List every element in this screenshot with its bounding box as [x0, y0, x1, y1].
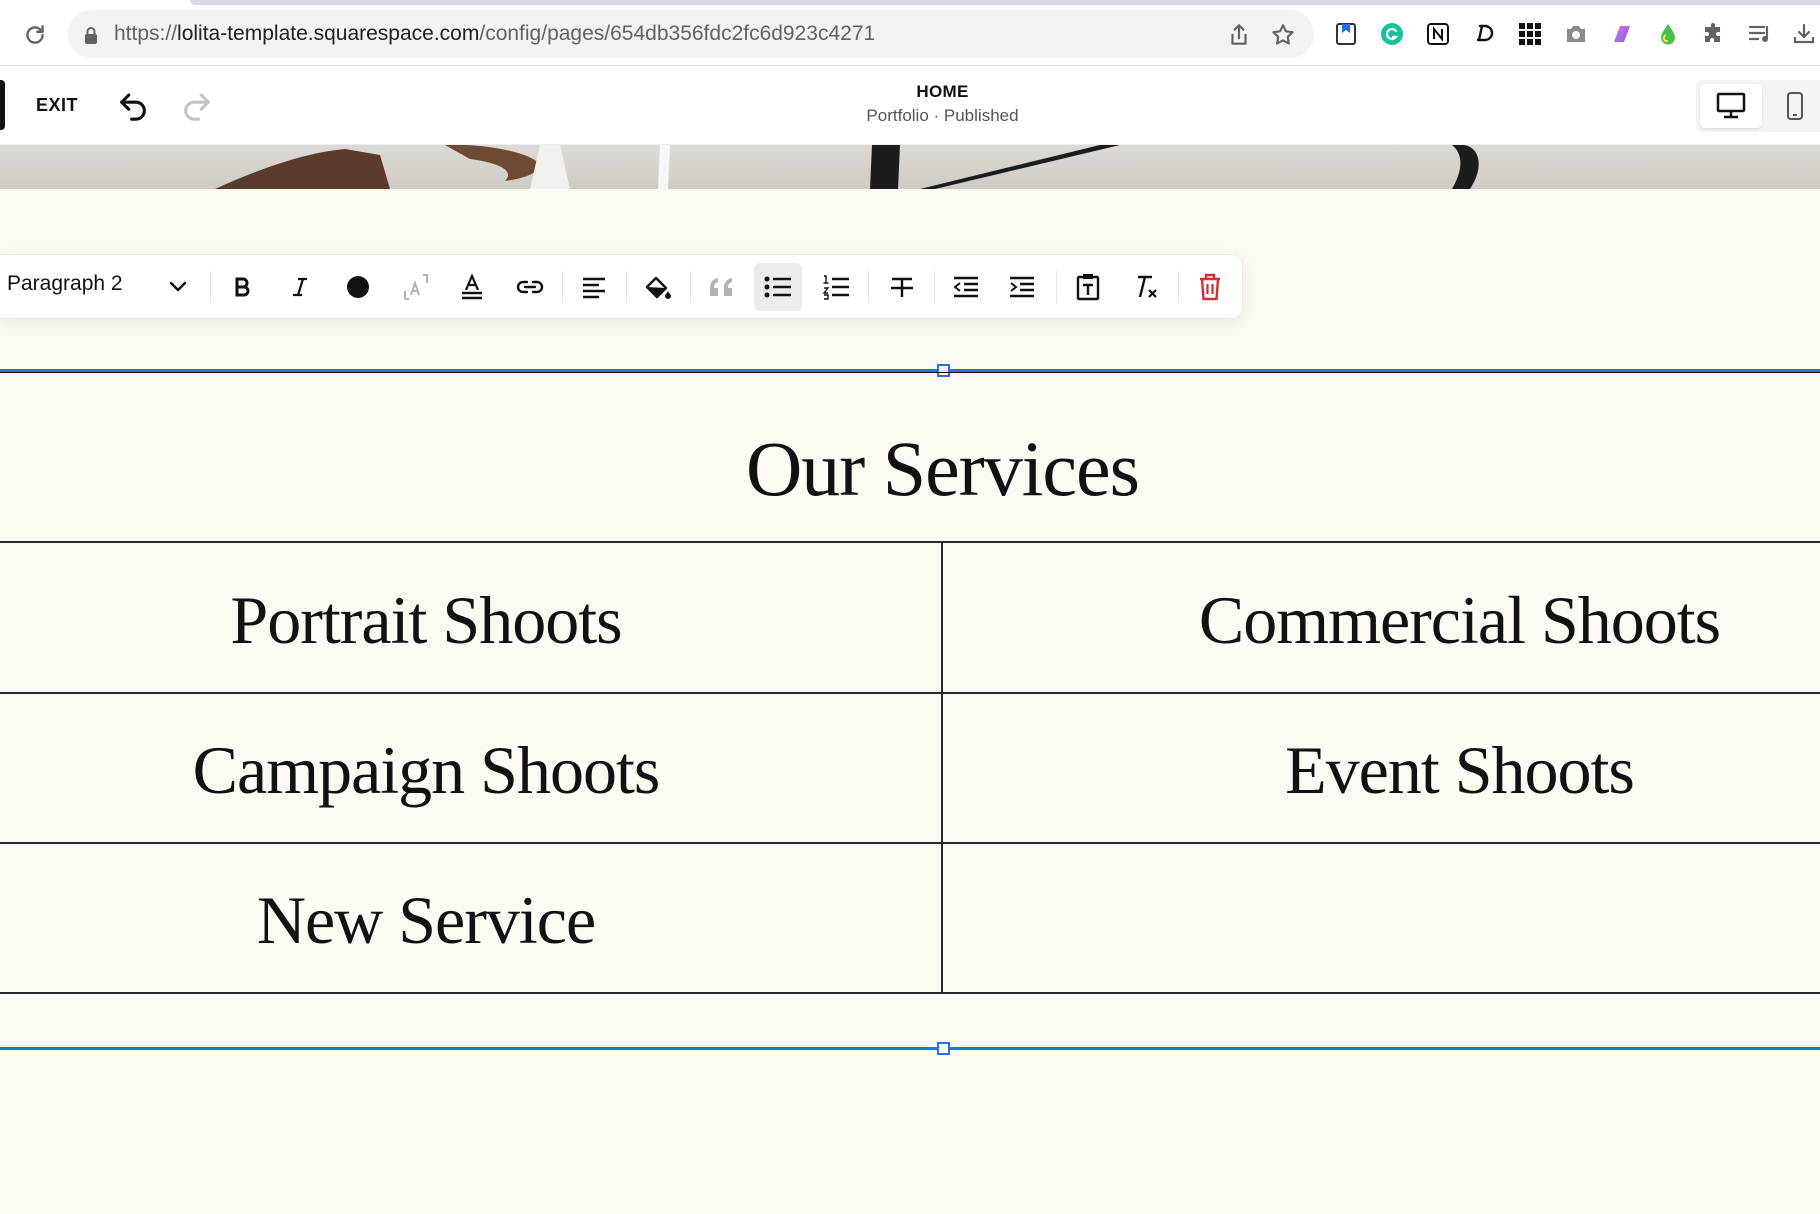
desktop-icon: [1716, 92, 1746, 119]
mobile-view-button[interactable]: [1770, 84, 1820, 128]
table-rule: [0, 842, 1820, 844]
toolbar-divider: [934, 271, 935, 303]
toolbar-divider: [626, 271, 627, 303]
resize-handle-top[interactable]: [937, 364, 950, 377]
chevron-down-icon[interactable]: [166, 274, 190, 298]
numbered-list-button[interactable]: [812, 263, 860, 311]
paragraph-style-select[interactable]: Paragraph 2: [7, 272, 123, 296]
service-cell[interactable]: Portrait Shoots: [0, 581, 852, 660]
bulleted-list-button[interactable]: [754, 263, 802, 311]
toolbar-divider: [562, 271, 563, 303]
download-icon[interactable]: [1790, 20, 1818, 48]
hero-photo: [215, 145, 1479, 189]
bookmark-star-icon[interactable]: [1270, 22, 1296, 48]
services-heading[interactable]: Our Services: [0, 424, 1820, 514]
page-title[interactable]: HOME: [0, 82, 1820, 102]
trash-icon: [1200, 273, 1220, 301]
notion-icon[interactable]: [1424, 20, 1452, 48]
reload-icon[interactable]: [22, 22, 48, 48]
toolbar-divider: [1178, 271, 1179, 303]
align-left-button[interactable]: [570, 263, 618, 311]
toolbar-divider: [1056, 271, 1057, 303]
toolbar-divider: [868, 271, 869, 303]
service-cell[interactable]: New Service: [0, 881, 852, 960]
text-format-toolbar: Paragraph 2: [0, 255, 1242, 318]
superscript-icon: [404, 274, 428, 300]
url-text[interactable]: https://lolita-template.squarespace.com/…: [114, 22, 875, 46]
italic-icon: [293, 277, 307, 297]
bulleted-list-icon: [764, 276, 791, 298]
service-cell[interactable]: Event Shoots: [942, 731, 1820, 810]
clear-format-button[interactable]: [1122, 263, 1170, 311]
tab-strip: [190, 0, 1820, 5]
link-icon: [516, 280, 544, 294]
service-cell[interactable]: Commercial Shoots: [942, 581, 1820, 660]
d-ext-icon[interactable]: [1470, 20, 1498, 48]
browser-toolbar: https://lolita-template.squarespace.com/…: [0, 0, 1820, 66]
bookmark-ext-icon[interactable]: [1332, 20, 1360, 48]
share-icon[interactable]: [1226, 22, 1252, 48]
outdent-button[interactable]: [942, 263, 990, 311]
table-rule: [0, 541, 1820, 543]
strikethrough-icon: [891, 277, 913, 297]
resize-handle-bottom[interactable]: [937, 1042, 950, 1055]
bold-icon: [235, 277, 250, 297]
paint-bucket-icon: [645, 276, 671, 299]
indent-icon: [1010, 276, 1034, 298]
section-bottom-guide: [0, 1047, 1820, 1050]
text-highlight-icon: [462, 273, 482, 300]
fill-color-button[interactable]: [634, 263, 682, 311]
toolbar-divider: [210, 271, 211, 303]
grammarly-icon[interactable]: [1378, 20, 1406, 48]
clipboard-icon: [1076, 274, 1100, 301]
strikethrough-button[interactable]: [878, 263, 926, 311]
block-outline: [0, 372, 1820, 373]
text-color-button[interactable]: [334, 263, 382, 311]
color-dot-icon: [347, 276, 369, 298]
media-list-icon[interactable]: [1746, 20, 1774, 48]
clear-format-icon: [1138, 275, 1157, 298]
puzzle-icon[interactable]: [1700, 20, 1728, 48]
grid-ext-icon[interactable]: [1516, 20, 1544, 48]
service-cell[interactable]: Campaign Shoots: [0, 731, 852, 810]
table-rule: [0, 992, 1820, 994]
blockquote-button[interactable]: [698, 263, 746, 311]
italic-button[interactable]: [276, 263, 324, 311]
numbered-list-icon: [822, 275, 849, 300]
camera-ext-icon[interactable]: [1562, 20, 1590, 48]
delete-block-button[interactable]: [1186, 263, 1234, 311]
page-status: Portfolio · Published: [866, 106, 1019, 125]
drop-ext-icon[interactable]: [1654, 20, 1682, 48]
quote-icon: [710, 278, 732, 296]
superscript-button[interactable]: [392, 263, 440, 311]
text-highlight-button[interactable]: [448, 263, 496, 311]
mobile-icon: [1787, 92, 1803, 120]
outdent-icon: [953, 276, 978, 298]
gradient-ext-icon[interactable]: [1608, 20, 1636, 48]
editor-header: EXIT HOME Portfolio · Published: [0, 66, 1820, 145]
indent-button[interactable]: [998, 263, 1046, 311]
link-button[interactable]: [506, 263, 554, 311]
desktop-view-button[interactable]: [1700, 84, 1762, 128]
toolbar-divider: [690, 271, 691, 303]
hero-image[interactable]: [0, 145, 1820, 189]
align-left-icon: [583, 277, 605, 299]
lock-icon[interactable]: [82, 25, 100, 45]
paste-button[interactable]: [1064, 263, 1112, 311]
table-rule: [0, 692, 1820, 694]
bold-button[interactable]: [218, 263, 266, 311]
